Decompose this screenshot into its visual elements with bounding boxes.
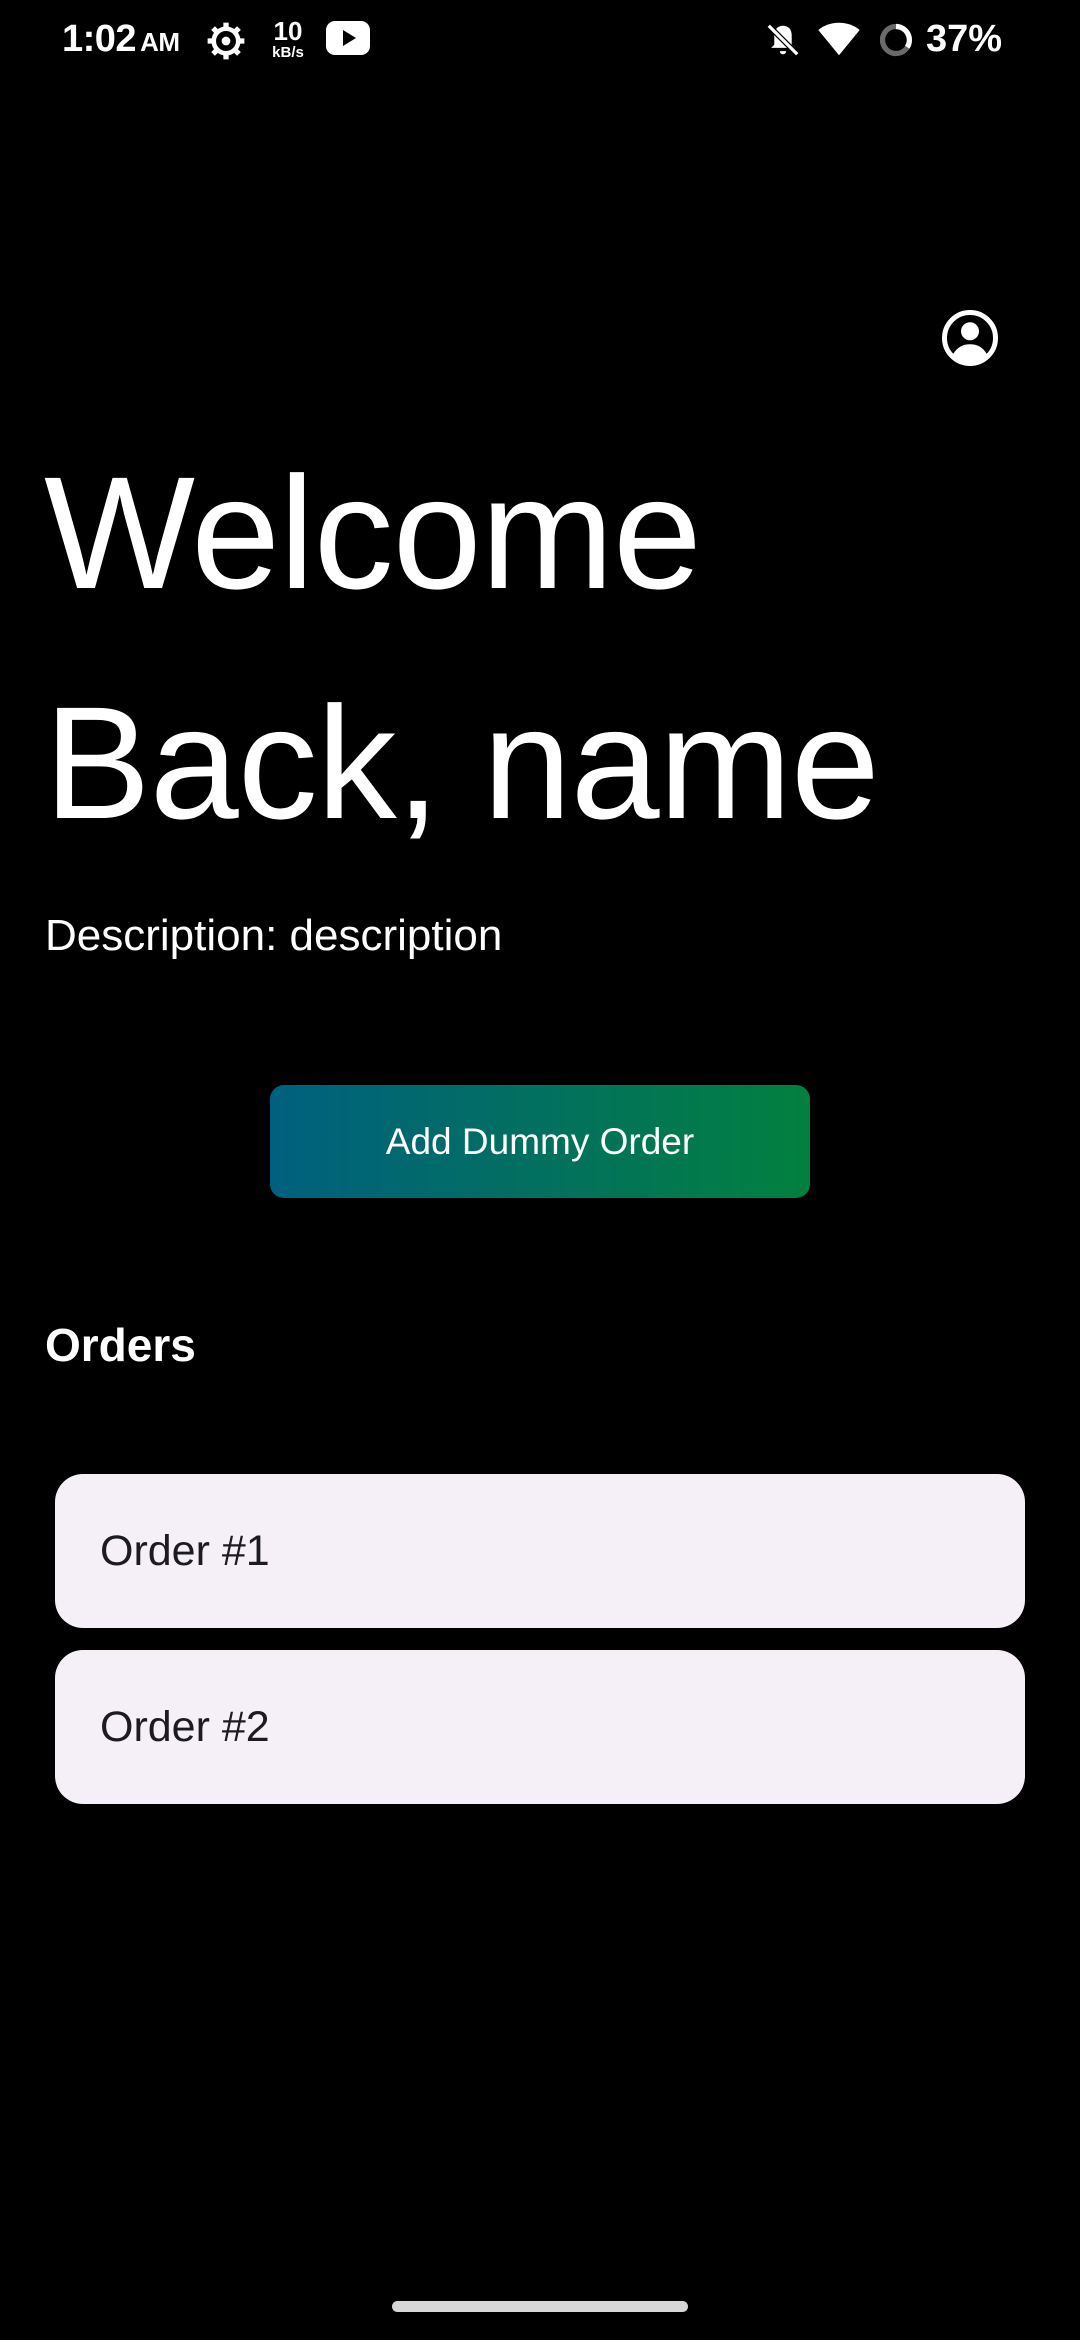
- order-card[interactable]: Order #1: [55, 1474, 1025, 1628]
- bell-off-icon: [766, 23, 800, 57]
- orders-list: Order #1 Order #2: [55, 1474, 1025, 1826]
- status-time: 1:02 AM: [62, 18, 180, 61]
- network-speed-value: 10: [273, 16, 303, 46]
- orders-heading: Orders: [45, 1319, 196, 1371]
- order-card-label: Order #1: [100, 1526, 270, 1575]
- gear-icon: [207, 22, 245, 60]
- network-speed: 10 kB/s: [268, 18, 308, 60]
- network-speed-unit: kB/s: [272, 44, 304, 61]
- account-circle-icon[interactable]: [940, 308, 1000, 368]
- page-title-line-2: Back, name: [44, 673, 880, 852]
- page-title: Welcome Back, name: [44, 418, 1044, 878]
- youtube-icon: [326, 21, 370, 55]
- status-bar: 1:02 AM 10 kB/s 37%: [0, 0, 1080, 80]
- description-text: Description: description: [45, 911, 503, 960]
- home-gesture-bar[interactable]: [392, 2301, 688, 2312]
- page-title-line-1: Welcome: [44, 443, 702, 622]
- status-time-ampm: AM: [140, 27, 180, 57]
- battery-icon: [879, 23, 913, 57]
- wifi-icon: [818, 22, 860, 56]
- status-time-value: 1:02: [62, 18, 137, 60]
- order-card-label: Order #2: [100, 1702, 270, 1751]
- order-card[interactable]: Order #2: [55, 1650, 1025, 1804]
- add-dummy-order-button-label: Add Dummy Order: [385, 1120, 695, 1162]
- battery-percent: 37%: [926, 18, 1003, 60]
- add-dummy-order-button[interactable]: Add Dummy Order: [270, 1085, 810, 1198]
